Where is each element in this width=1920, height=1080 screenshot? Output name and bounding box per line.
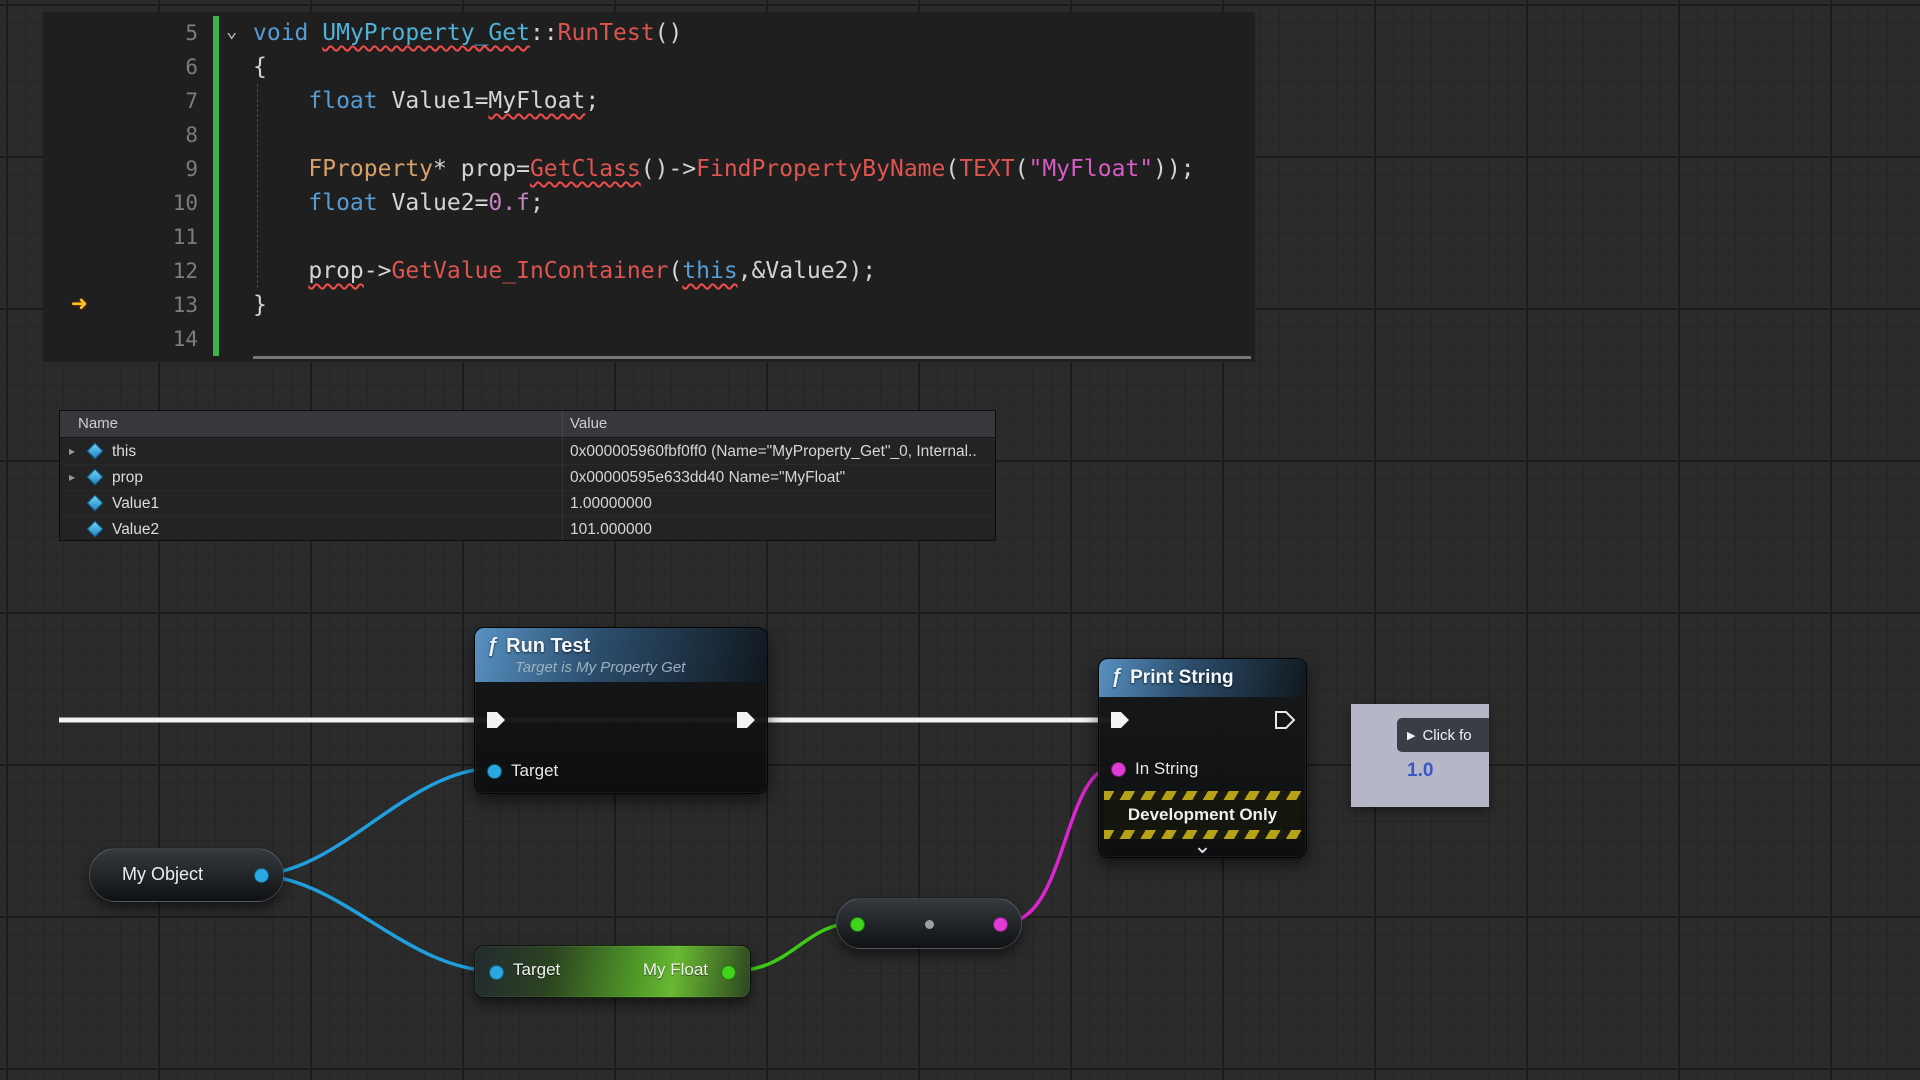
watch-name: Value1 — [112, 495, 159, 513]
watch-row[interactable]: Value1 1.00000000 — [60, 490, 995, 516]
column-header-value[interactable]: Value — [570, 415, 607, 432]
code-line[interactable] — [253, 322, 1255, 356]
wire-object-to-runtest[interactable] — [254, 768, 496, 875]
pin-label: In String — [1135, 759, 1198, 779]
play-icon: ▶ — [1407, 729, 1415, 742]
bubble-button-label: Click fo — [1422, 727, 1471, 744]
output-label: My Float — [643, 960, 708, 980]
watch-row[interactable]: ▸ prop 0x00000595e633dd40 Name="MyFloat" — [60, 464, 995, 490]
pin-label: Target — [511, 761, 558, 781]
target-pin[interactable] — [489, 965, 504, 980]
node-conversion[interactable] — [836, 898, 1022, 949]
target-label: Target — [513, 960, 560, 980]
line-number[interactable]: 9 — [83, 152, 198, 186]
in-string-pin-row[interactable]: In String — [1111, 759, 1198, 779]
line-number[interactable]: 6 — [83, 50, 198, 84]
exec-input-pin[interactable] — [485, 710, 507, 730]
object-pin[interactable] — [487, 764, 502, 779]
expand-arrow-icon[interactable]: ▸ — [69, 444, 75, 458]
code-line[interactable]: { — [253, 50, 1255, 84]
watch-name: Value2 — [112, 521, 159, 539]
line-number[interactable]: 12 — [83, 254, 198, 288]
node-subtitle: Target is My Property Get — [515, 659, 755, 676]
target-pin-row[interactable]: Target — [487, 761, 558, 781]
code-line[interactable] — [253, 118, 1255, 152]
node-get-my-float[interactable]: Target My Float — [474, 945, 751, 998]
line-number-gutter[interactable]: 567891011121314 — [83, 16, 198, 356]
watch-value: 1.00000000 — [570, 495, 652, 513]
bubble-value: 1.0 — [1407, 760, 1433, 782]
code-line[interactable]: prop->GetValue_InContainer(this,&Value2)… — [253, 254, 1255, 288]
line-number[interactable]: 5 — [83, 16, 198, 50]
code-line[interactable]: FProperty* prop=GetClass()->FindProperty… — [253, 152, 1255, 186]
column-divider[interactable] — [562, 411, 563, 540]
banner-text: Development Only — [1104, 800, 1301, 830]
fold-chevron-icon[interactable]: ⌄ — [226, 14, 237, 48]
watch-value: 101.000000 — [570, 521, 652, 539]
exec-output-pin[interactable] — [1274, 710, 1296, 730]
code-editor-panel[interactable]: 567891011121314 ⌄void UMyProperty_Get::R… — [43, 12, 1255, 362]
code-area[interactable]: ⌄void UMyProperty_Get::RunTest(){ float … — [253, 16, 1255, 356]
line-number[interactable]: 13 — [83, 288, 198, 322]
blueprint-graph-canvas[interactable]: ƒ Run Test Target is My Property Get Tar… — [0, 0, 1920, 1080]
line-number[interactable]: 14 — [83, 322, 198, 356]
wire-object-to-getter[interactable] — [254, 875, 496, 971]
node-header[interactable]: ƒ Print String — [1099, 659, 1306, 697]
code-line[interactable]: } — [253, 288, 1255, 322]
reroute-dot — [925, 920, 934, 929]
line-number[interactable]: 10 — [83, 186, 198, 220]
variable-icon — [87, 495, 104, 512]
watch-value: 0x00000595e633dd40 Name="MyFloat" — [570, 469, 845, 487]
float-input-pin[interactable] — [850, 917, 865, 932]
node-header[interactable]: ƒ Run Test Target is My Property Get — [475, 628, 767, 682]
line-number[interactable]: 8 — [83, 118, 198, 152]
development-only-banner: Development Only — [1104, 791, 1301, 839]
variable-icon — [87, 521, 104, 538]
column-header-name[interactable]: Name — [78, 415, 118, 432]
watch-row[interactable]: ▸ this 0x000005960fbf0ff0 (Name="MyPropert… — [60, 438, 995, 464]
horizontal-scrollbar[interactable] — [253, 356, 1251, 359]
variable-label: My Object — [122, 864, 203, 885]
exec-output-pin[interactable] — [735, 710, 757, 730]
line-number[interactable]: 11 — [83, 220, 198, 254]
function-icon: ƒ — [1111, 666, 1122, 689]
function-icon: ƒ — [487, 635, 498, 658]
watch-name: this — [112, 443, 136, 461]
watch-name: prop — [112, 469, 143, 487]
node-run-test[interactable]: ƒ Run Test Target is My Property Get Tar… — [474, 627, 768, 794]
variable-icon — [87, 443, 104, 460]
bubble-button[interactable]: ▶ Click fo — [1397, 718, 1489, 752]
float-output-pin[interactable] — [721, 965, 736, 980]
string-output-pin[interactable] — [993, 917, 1008, 932]
watch-panel[interactable]: Name Value ▸ this 0x000005960fbf0ff0 (Name… — [59, 410, 996, 541]
node-print-string[interactable]: ƒ Print String In String Development Onl… — [1098, 658, 1307, 858]
hazard-stripe — [1104, 791, 1301, 800]
node-title: Run Test — [506, 635, 590, 658]
watch-value: 0x000005960fbf0ff0 (Name="MyProperty_Get… — [570, 443, 977, 461]
code-line[interactable]: ⌄void UMyProperty_Get::RunTest() — [253, 16, 1255, 50]
node-title: Print String — [1130, 667, 1233, 689]
expand-arrow-icon[interactable]: ▸ — [69, 470, 75, 484]
watch-row[interactable]: Value2 101.000000 — [60, 516, 995, 542]
git-change-bar — [213, 16, 219, 356]
current-statement-arrow-icon[interactable]: ➜ — [71, 290, 87, 320]
object-output-pin[interactable] — [254, 868, 269, 883]
variable-icon — [87, 469, 104, 486]
code-line[interactable]: float Value1=MyFloat; — [253, 84, 1255, 118]
watch-header: Name Value — [60, 411, 995, 438]
exec-input-pin[interactable] — [1109, 710, 1131, 730]
line-number[interactable]: 7 — [83, 84, 198, 118]
chevron-down-icon[interactable]: ⌄ — [1099, 835, 1306, 857]
node-my-object[interactable]: My Object — [89, 848, 284, 902]
code-line[interactable] — [253, 220, 1255, 254]
code-line[interactable]: float Value2=0.f; — [253, 186, 1255, 220]
string-pin[interactable] — [1111, 762, 1126, 777]
watch-rows: ▸ this 0x000005960fbf0ff0 (Name="MyPropert… — [60, 438, 995, 542]
debug-value-bubble[interactable]: ▶ Click fo 1.0 — [1351, 704, 1489, 807]
